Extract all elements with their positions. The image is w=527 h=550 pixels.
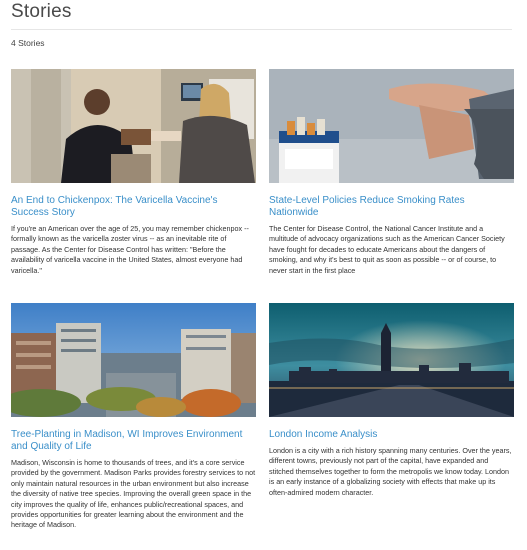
story-description: Madison, Wisconsin is home to thousands …	[11, 458, 256, 530]
story-thumbnail-cigarettes[interactable]	[269, 69, 514, 183]
story-description: If you're an American over the age of 25…	[11, 224, 249, 275]
story-title[interactable]: An End to Chickenpox: The Varicella Vacc…	[11, 195, 256, 219]
page-title: Stories	[11, 1, 72, 22]
story-thumbnail-city-trees[interactable]	[11, 303, 256, 417]
story-description: London is a city with a rich history spa…	[269, 446, 512, 497]
story-title[interactable]: State-Level Policies Reduce Smoking Rate…	[269, 195, 514, 219]
story-title[interactable]: London Income Analysis	[269, 429, 514, 441]
story-card-london: London Income Analysis London is a city …	[269, 303, 514, 498]
story-count: 4 Stories	[11, 38, 45, 48]
story-card-chickenpox: An End to Chickenpox: The Varicella Vacc…	[11, 69, 256, 276]
story-card-madison: Tree-Planting in Madison, WI Improves En…	[11, 303, 256, 531]
story-description: The Center for Disease Control, the Nati…	[269, 224, 505, 275]
story-card-smoking: State-Level Policies Reduce Smoking Rate…	[269, 69, 514, 276]
title-divider	[11, 29, 512, 30]
story-title[interactable]: Tree-Planting in Madison, WI Improves En…	[11, 429, 256, 453]
story-thumbnail-london-skyline[interactable]	[269, 303, 514, 417]
story-thumbnail-vaccination[interactable]	[11, 69, 256, 183]
